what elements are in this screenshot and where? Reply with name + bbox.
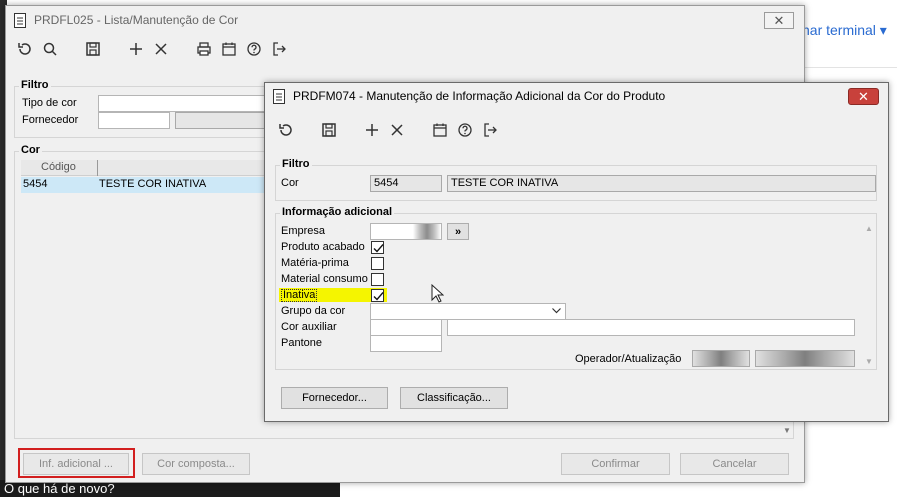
- fornecedor-filter-label: Fornecedor: [22, 114, 79, 126]
- info-group-label: Informação adicional: [280, 206, 395, 218]
- materia-prima-checkbox[interactable]: [371, 257, 384, 270]
- back-cor-label: Cor: [19, 144, 42, 156]
- inativa-label: Inativa: [281, 289, 318, 302]
- delete-icon[interactable]: [386, 119, 408, 141]
- front-filter-group: Filtro Cor 5454 TESTE COR INATIVA: [275, 158, 877, 201]
- tipo-cor-label: Tipo de cor: [22, 97, 77, 109]
- row-codigo: 5454: [23, 178, 48, 190]
- produto-acabado-checkbox[interactable]: [371, 241, 384, 254]
- delete-icon[interactable]: [150, 38, 172, 60]
- refresh-icon[interactable]: [14, 38, 36, 60]
- add-icon[interactable]: [125, 38, 147, 60]
- back-window-close-button[interactable]: ✕: [764, 12, 794, 29]
- grupo-cor-label: Grupo da cor: [281, 305, 346, 317]
- exit-icon[interactable]: [268, 38, 290, 60]
- material-consumo-checkbox[interactable]: [371, 273, 384, 286]
- calendar-icon[interactable]: [218, 38, 240, 60]
- front-toolbar: [265, 117, 888, 143]
- operador-field: [692, 350, 750, 367]
- cor-auxiliar-code-input[interactable]: [370, 319, 442, 336]
- back-toolbar: [6, 36, 804, 62]
- search-icon[interactable]: [39, 38, 61, 60]
- grupo-cor-select[interactable]: [370, 303, 566, 320]
- cor-auxiliar-label: Cor auxiliar: [281, 321, 337, 333]
- confirmar-button[interactable]: Confirmar: [561, 453, 670, 475]
- add-icon[interactable]: [361, 119, 383, 141]
- chevron-down-icon: [552, 308, 561, 314]
- front-filter-label: Filtro: [280, 158, 312, 170]
- column-separator: [97, 160, 98, 176]
- save-icon[interactable]: [318, 119, 340, 141]
- info-scrollbar[interactable]: ▲ ▼: [863, 224, 875, 366]
- cor-desc-field: TESTE COR INATIVA: [447, 175, 876, 192]
- cor-auxiliar-desc-input[interactable]: [447, 319, 855, 336]
- save-icon[interactable]: [82, 38, 104, 60]
- cor-composta-button[interactable]: Cor composta...: [142, 453, 250, 475]
- print-icon[interactable]: [193, 38, 215, 60]
- front-window-titlebar[interactable]: PRDFM074 - Manutenção de Informação Adic…: [265, 83, 888, 109]
- info-group: Informação adicional Empresa » Produto a…: [275, 206, 877, 370]
- fornecedor-button[interactable]: Fornecedor...: [281, 387, 388, 409]
- empresa-lookup-button[interactable]: »: [447, 223, 469, 240]
- back-filter-label: Filtro: [19, 79, 51, 91]
- material-consumo-label: Material consumo: [281, 273, 368, 285]
- back-window-title: PRDFL025 - Lista/Manutenção de Cor: [34, 13, 239, 27]
- mouse-pointer-icon: [431, 283, 445, 307]
- front-window-close-button[interactable]: ✕: [848, 88, 879, 105]
- help-icon[interactable]: [454, 119, 476, 141]
- back-window-titlebar[interactable]: PRDFL025 - Lista/Manutenção de Cor ✕: [6, 6, 804, 34]
- front-window-title: PRDFM074 - Manutenção de Informação Adic…: [293, 89, 666, 103]
- materia-prima-label: Matéria-prima: [281, 257, 349, 269]
- row-descricao: TESTE COR INATIVA: [99, 178, 207, 190]
- column-codigo[interactable]: Código: [41, 161, 76, 173]
- empresa-input[interactable]: [370, 223, 442, 240]
- cor-code-field: 5454: [370, 175, 442, 192]
- background-divider: [805, 67, 897, 68]
- calendar-icon[interactable]: [429, 119, 451, 141]
- refresh-icon[interactable]: [275, 119, 297, 141]
- cor-label: Cor: [281, 177, 299, 189]
- help-icon[interactable]: [243, 38, 265, 60]
- inativa-checkbox[interactable]: [371, 289, 384, 302]
- empresa-label: Empresa: [281, 225, 326, 237]
- inf-adicional-button[interactable]: Inf. adicional ...: [23, 453, 129, 475]
- grid-scrollbar-arrow-icon[interactable]: ▼: [783, 426, 791, 435]
- terminal-link[interactable]: nar terminal ▾: [802, 22, 887, 39]
- classificacao-button[interactable]: Classificação...: [400, 387, 508, 409]
- cancelar-button[interactable]: Cancelar: [680, 453, 789, 475]
- scroll-down-icon[interactable]: ▼: [863, 357, 875, 366]
- pantone-input[interactable]: [370, 335, 442, 352]
- produto-acabado-label: Produto acabado: [281, 241, 365, 253]
- front-window: PRDFM074 - Manutenção de Informação Adic…: [264, 82, 889, 422]
- exit-icon[interactable]: [479, 119, 501, 141]
- operador-label: Operador/Atualização: [575, 353, 682, 365]
- document-icon: [14, 12, 26, 28]
- atualizacao-field: [755, 350, 855, 367]
- fornecedor-code-input[interactable]: [98, 112, 170, 129]
- pantone-label: Pantone: [281, 337, 322, 349]
- scroll-up-icon[interactable]: ▲: [863, 224, 875, 233]
- document-icon: [273, 88, 285, 104]
